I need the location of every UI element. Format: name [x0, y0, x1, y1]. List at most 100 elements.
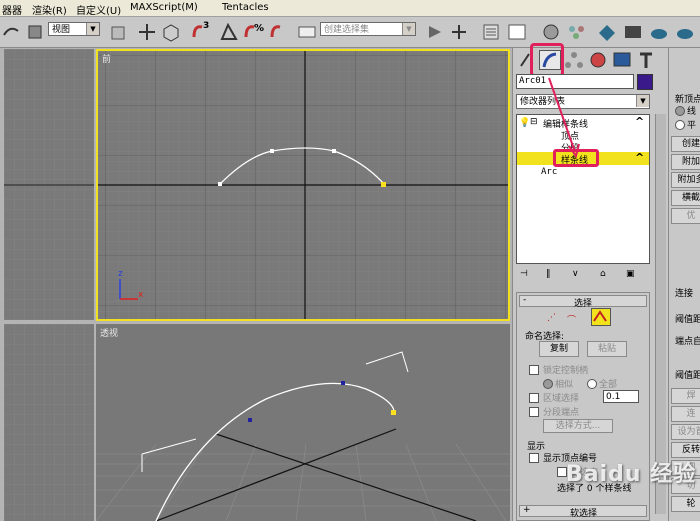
paste-button[interactable]: 粘贴: [587, 341, 627, 357]
chevron-down-icon: ▼: [86, 23, 99, 35]
linear-label: 线: [687, 107, 697, 117]
menu-item-customize[interactable]: 自定义(U): [76, 2, 121, 17]
attach-button[interactable]: 附加: [671, 154, 700, 170]
annotation-arrow: [548, 77, 580, 159]
view-combo[interactable]: 视图 ▼: [48, 22, 100, 36]
main-toolbar: 视图 ▼ 3 % 创建选择集 ▼: [0, 17, 700, 48]
quick-render-icon[interactable]: [674, 21, 696, 43]
spinner-snap-icon[interactable]: [268, 21, 290, 43]
align-icon[interactable]: [448, 21, 470, 43]
bottom-left-viewport[interactable]: [4, 324, 94, 521]
edit-named-selection-icon[interactable]: [296, 21, 318, 43]
perspective-viewport[interactable]: 透视: [96, 324, 510, 521]
threshold-label: 阈值距: [675, 315, 700, 325]
view-combo-value: 视图: [52, 25, 71, 35]
stack-toolbar: ⊣ ‖ ∨ ⌂ ▣: [516, 268, 650, 284]
set-first-button[interactable]: 设为首: [671, 424, 700, 440]
top-left-grid: [4, 49, 94, 320]
layer-manager-icon[interactable]: [480, 21, 502, 43]
percent-label: %: [254, 23, 265, 34]
attach-multi-button[interactable]: 附加多: [671, 172, 700, 188]
mirror-icon[interactable]: [424, 21, 446, 43]
area-selection-checkbox[interactable]: [529, 393, 539, 403]
pin-stack-icon[interactable]: ⊣: [520, 269, 528, 279]
snap-count: 3: [203, 21, 210, 31]
segment-end-label: 分段端点: [543, 408, 580, 418]
arc-spline-persp: [155, 382, 395, 521]
segment-end-checkbox[interactable]: [529, 407, 539, 417]
connect-button[interactable]: 连: [671, 406, 700, 422]
show-end-result-icon[interactable]: ‖: [546, 269, 551, 279]
named-selection-placeholder: 创建选择集: [324, 25, 370, 35]
menu-item-maxscript[interactable]: MAXScript(M): [130, 2, 198, 13]
material-editor-icon[interactable]: [566, 21, 588, 43]
smooth-label: 平: [687, 121, 697, 131]
segment-mode-icon[interactable]: ⌒: [567, 313, 576, 326]
pivot-icon[interactable]: [108, 21, 130, 43]
named-selection-combo[interactable]: 创建选择集 ▼: [320, 22, 416, 36]
move-icon[interactable]: [136, 21, 158, 43]
copy-button[interactable]: 复制: [539, 341, 579, 357]
selection-rollout-header[interactable]: - 选择: [519, 295, 647, 309]
all-radio[interactable]: [587, 379, 597, 389]
area-selection-value[interactable]: 0.1: [603, 390, 639, 403]
all-label: 全部: [599, 380, 618, 390]
lock-handles-label: 锁定控制柄: [543, 366, 589, 376]
command-panel: Arc01 修改器列表 ▼ 💡 ⊟ 编辑样条线 ^ 顶点 分段 样条线 ^ Ar…: [512, 43, 669, 521]
menu-item-tentacles[interactable]: Tentacles: [222, 2, 269, 13]
spline-mode-icon[interactable]: [591, 308, 611, 326]
soft-selection-title: 软选择: [570, 509, 598, 519]
vertex-point: [218, 182, 222, 186]
weld-button[interactable]: 焊: [671, 388, 700, 404]
render-setup-icon[interactable]: [596, 21, 618, 43]
lock-handles-checkbox[interactable]: [529, 365, 539, 375]
undo-icon[interactable]: [0, 21, 22, 43]
make-unique-icon[interactable]: ∨: [572, 269, 579, 279]
selection-title: 选择: [574, 299, 593, 309]
end-point-label: 端点自: [675, 337, 700, 347]
similar-label: 相似: [555, 380, 574, 390]
perspective-canvas: [96, 351, 510, 521]
menu-bar: 器器 渲染(R) 自定义(U) MAXScript(M) Tentacles: [0, 0, 700, 17]
schematic-icon[interactable]: [540, 21, 562, 43]
linear-radio[interactable]: [675, 106, 685, 116]
snap-3-icon[interactable]: 3: [190, 21, 212, 43]
cube-icon[interactable]: [160, 21, 182, 43]
threshold2-label: 阈值距: [675, 371, 700, 381]
outline-button[interactable]: 轮: [671, 496, 700, 512]
axis-x-label: x: [138, 290, 144, 300]
chevron-down-icon: ▼: [402, 23, 415, 35]
axis-z-label: z: [118, 269, 123, 279]
create-line-button[interactable]: 创建: [671, 136, 700, 152]
vertex-point: [332, 149, 336, 153]
vertex-mode-icon[interactable]: ⋰: [547, 313, 556, 323]
smooth-radio[interactable]: [675, 120, 685, 130]
front-viewport-canvas: [98, 51, 508, 319]
similar-radio[interactable]: [543, 379, 553, 389]
top-left-viewport[interactable]: [4, 49, 94, 320]
front-viewport[interactable]: 前 z x: [96, 49, 510, 321]
remove-modifier-icon[interactable]: ⌂: [600, 269, 606, 279]
menu-item-1[interactable]: 器器: [2, 2, 22, 17]
menu-item-render[interactable]: 渲染(R): [32, 2, 67, 17]
teapot-icon[interactable]: [648, 21, 670, 43]
select-by-button[interactable]: 选择方式...: [543, 419, 613, 433]
cross-section-button[interactable]: 横截: [671, 190, 700, 206]
right-panel: 新顶点 线 平 创建 附加 附加多 横截 优 连接 阈值距 端点自 阈值距 焊 …: [668, 48, 700, 521]
render-frame-icon[interactable]: [622, 21, 644, 43]
refine-button[interactable]: 优: [671, 208, 700, 224]
front-viewport-label[interactable]: 前: [102, 52, 111, 65]
curve-editor-icon[interactable]: [506, 21, 528, 43]
vertex-point-selected: [381, 182, 386, 187]
soft-selection-header[interactable]: + 软选择: [519, 505, 647, 519]
panel-scrollbar[interactable]: [655, 114, 666, 514]
percent-snap-icon[interactable]: %: [242, 21, 264, 43]
show-vertex-numbers-checkbox[interactable]: [529, 453, 539, 463]
configure-sets-icon[interactable]: ▣: [626, 269, 635, 279]
connect-label: 连接: [675, 289, 694, 299]
baidu-watermark: Baidu 经验: [566, 462, 697, 487]
angle-snap-icon[interactable]: [218, 21, 240, 43]
select-object-icon[interactable]: [24, 21, 46, 43]
bottom-left-grid: [4, 324, 94, 521]
perspective-viewport-label[interactable]: 透视: [100, 326, 118, 339]
